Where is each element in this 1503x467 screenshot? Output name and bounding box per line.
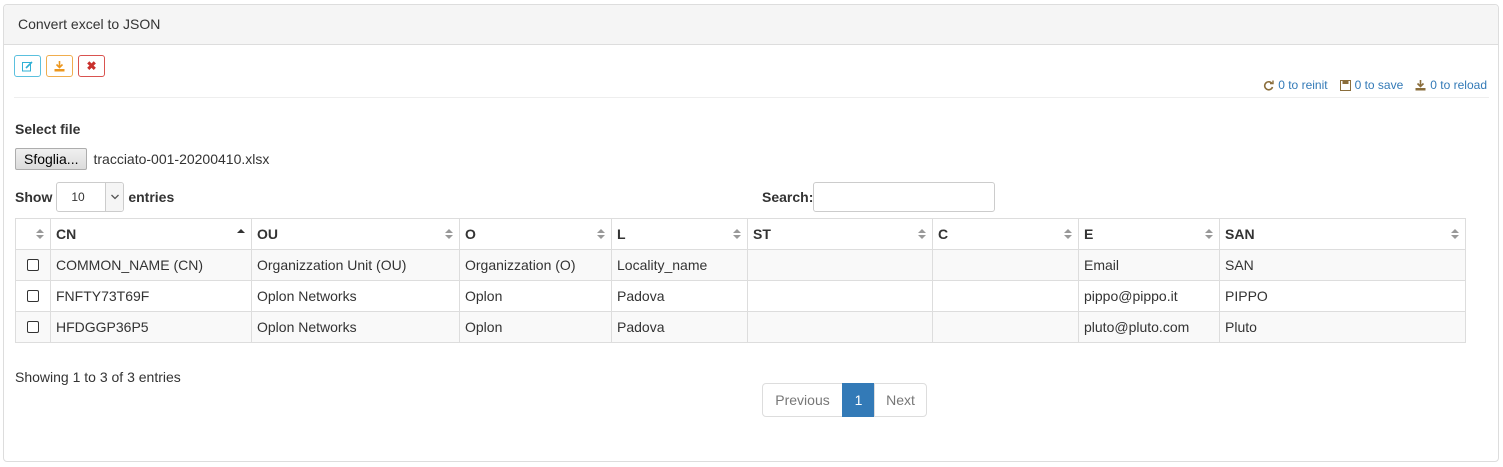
table-header-row: CN OU O L ST C E SAN bbox=[15, 218, 1466, 250]
column-label: OU bbox=[257, 226, 278, 242]
column-header-st[interactable]: ST bbox=[747, 218, 933, 250]
reinit-label: 0 to reinit bbox=[1278, 78, 1328, 92]
table-cell: COMMON_NAME (CN) bbox=[50, 249, 252, 281]
row-select-cell bbox=[15, 280, 51, 312]
row-checkbox[interactable] bbox=[27, 321, 39, 333]
column-header-cn[interactable]: CN bbox=[50, 218, 252, 250]
table-cell bbox=[747, 249, 933, 281]
select-column-header[interactable] bbox=[15, 218, 51, 250]
edit-icon bbox=[22, 60, 33, 71]
column-header-l[interactable]: L bbox=[611, 218, 748, 250]
table-cell: HFDGGP36P5 bbox=[50, 311, 252, 343]
toolbar: ✖ bbox=[14, 55, 105, 77]
table-cell: FNFTY73T69F bbox=[50, 280, 252, 312]
entries-length: Show 10 entries bbox=[15, 182, 174, 212]
table-cell bbox=[747, 280, 933, 312]
data-table: CN OU O L ST C E SAN COMMON_NAME (CN) Or… bbox=[15, 218, 1466, 343]
pagination: Previous 1 Next bbox=[762, 383, 927, 417]
table-cell: pluto@pluto.com bbox=[1078, 311, 1220, 343]
entries-select[interactable]: 10 bbox=[56, 182, 125, 212]
chevron-down-icon bbox=[105, 183, 124, 211]
table-cell: PIPPO bbox=[1219, 280, 1466, 312]
file-name: tracciato-001-20200410.xlsx bbox=[93, 151, 270, 167]
close-icon: ✖ bbox=[86, 59, 97, 73]
panel-title: Convert excel to JSON bbox=[4, 5, 1498, 45]
row-select-cell bbox=[15, 311, 51, 343]
column-label: SAN bbox=[1225, 226, 1255, 242]
sort-icon bbox=[918, 229, 926, 239]
column-header-ou[interactable]: OU bbox=[251, 218, 460, 250]
column-header-o[interactable]: O bbox=[459, 218, 612, 250]
table-cell: Oplon Networks bbox=[251, 280, 460, 312]
file-input: Sfoglia... tracciato-001-20200410.xlsx bbox=[15, 148, 269, 170]
save-icon bbox=[1339, 79, 1351, 91]
search-filter: Search: bbox=[762, 182, 996, 212]
table-info: Showing 1 to 3 of 3 entries bbox=[15, 369, 181, 385]
refresh-icon bbox=[1264, 80, 1274, 91]
table-cell: Locality_name bbox=[611, 249, 748, 281]
table-cell: Padova bbox=[611, 280, 748, 312]
sort-icon bbox=[1205, 229, 1213, 239]
column-label: L bbox=[617, 226, 626, 242]
reload-label: 0 to reload bbox=[1430, 78, 1487, 92]
previous-button[interactable]: Previous bbox=[762, 383, 843, 417]
browse-button[interactable]: Sfoglia... bbox=[15, 148, 88, 170]
row-checkbox[interactable] bbox=[27, 290, 39, 302]
table-cell: Pluto bbox=[1219, 311, 1466, 343]
sort-icon bbox=[733, 229, 741, 239]
divider bbox=[14, 97, 1489, 98]
sort-icon bbox=[1451, 229, 1459, 239]
sort-icon bbox=[445, 229, 453, 239]
table-cell: Padova bbox=[611, 311, 748, 343]
entries-select-value: 10 bbox=[71, 190, 85, 204]
save-label: 0 to save bbox=[1354, 78, 1404, 92]
download-icon bbox=[1415, 79, 1426, 90]
table-cell: Organizzation Unit (OU) bbox=[251, 249, 460, 281]
entries-label: entries bbox=[128, 189, 175, 205]
table-row[interactable]: COMMON_NAME (CN) Organizzation Unit (OU)… bbox=[15, 249, 1466, 281]
reinit-link[interactable]: 0 to reinit bbox=[1263, 78, 1328, 92]
table-row[interactable]: HFDGGP36P5 Oplon Networks Oplon Padova p… bbox=[15, 311, 1466, 343]
sort-asc-icon bbox=[237, 229, 245, 233]
table-cell bbox=[932, 280, 1079, 312]
edit-button[interactable] bbox=[14, 55, 41, 77]
search-input[interactable] bbox=[813, 182, 996, 212]
sort-icon bbox=[1064, 229, 1072, 239]
column-header-c[interactable]: C bbox=[932, 218, 1079, 250]
delete-button[interactable]: ✖ bbox=[78, 55, 105, 77]
download-button[interactable] bbox=[46, 55, 73, 77]
table-cell: Organizzation (O) bbox=[459, 249, 612, 281]
table-cell: Oplon bbox=[459, 311, 612, 343]
sort-icon bbox=[36, 229, 44, 239]
download-icon bbox=[54, 60, 65, 71]
column-label: CN bbox=[56, 226, 77, 242]
sort-icon bbox=[597, 229, 605, 239]
table-cell bbox=[932, 311, 1079, 343]
save-link[interactable]: 0 to save bbox=[1339, 78, 1404, 92]
table-cell: SAN bbox=[1219, 249, 1466, 281]
table-cell bbox=[932, 249, 1079, 281]
column-label: C bbox=[938, 226, 949, 242]
row-checkbox[interactable] bbox=[27, 259, 39, 271]
search-label: Search: bbox=[762, 189, 814, 205]
next-button[interactable]: Next bbox=[874, 383, 927, 417]
status-links: 0 to reinit 0 to save 0 to reload bbox=[1263, 78, 1487, 92]
column-header-e[interactable]: E bbox=[1078, 218, 1220, 250]
page-button-current[interactable]: 1 bbox=[842, 383, 875, 417]
table-cell: pippo@pippo.it bbox=[1078, 280, 1220, 312]
column-label: ST bbox=[753, 226, 771, 242]
table-cell: Oplon bbox=[459, 280, 612, 312]
reload-link[interactable]: 0 to reload bbox=[1415, 78, 1487, 92]
column-label: E bbox=[1084, 226, 1094, 242]
table-row[interactable]: FNFTY73T69F Oplon Networks Oplon Padova … bbox=[15, 280, 1466, 312]
show-label: Show bbox=[15, 189, 53, 205]
table-cell: Oplon Networks bbox=[251, 311, 460, 343]
select-file-label: Select file bbox=[15, 121, 81, 137]
column-header-san[interactable]: SAN bbox=[1219, 218, 1466, 250]
table-cell: Email bbox=[1078, 249, 1220, 281]
column-label: O bbox=[465, 226, 476, 242]
row-select-cell bbox=[15, 249, 51, 281]
table-cell bbox=[747, 311, 933, 343]
